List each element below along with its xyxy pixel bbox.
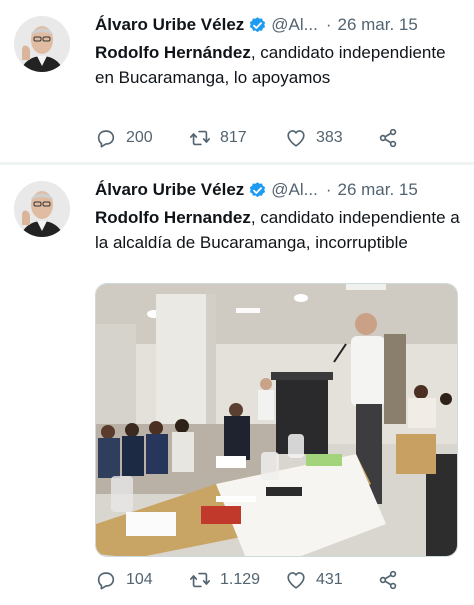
tweet[interactable]: Álvaro Uribe Vélez @Al... · 26 mar. 15 R… <box>0 165 474 605</box>
mention-name: Rodolfo Hernandez <box>95 208 251 227</box>
retweet-icon <box>190 130 210 146</box>
retweet-count: 817 <box>220 129 247 146</box>
share-button[interactable] <box>377 569 399 591</box>
heart-icon <box>287 572 305 589</box>
tweet-actions: 200 817 383 <box>95 124 454 152</box>
reply-count: 200 <box>126 129 153 146</box>
tweet-actions: 104 1.129 431 <box>95 566 454 594</box>
author-name[interactable]: Álvaro Uribe Vélez <box>95 15 244 35</box>
retweet-icon <box>190 572 210 588</box>
retweet-button[interactable]: 817 <box>189 127 285 149</box>
tweet-photo[interactable] <box>95 283 458 557</box>
share-button[interactable] <box>377 127 399 149</box>
separator: · <box>325 180 332 199</box>
reply-icon <box>97 572 115 590</box>
like-button[interactable]: 383 <box>285 127 377 149</box>
tweet-header: Álvaro Uribe Vélez @Al... · 26 mar. 15 <box>95 12 466 38</box>
avatar[interactable] <box>14 181 70 237</box>
reply-icon <box>97 130 115 148</box>
author-handle[interactable]: @Al... <box>271 15 318 35</box>
retweet-button[interactable]: 1.129 <box>189 569 285 591</box>
author-name[interactable]: Álvaro Uribe Vélez <box>95 180 244 200</box>
avatar[interactable] <box>14 16 70 72</box>
share-icon <box>379 128 397 148</box>
verified-badge-icon <box>250 16 266 32</box>
tweet-date[interactable]: 26 mar. 15 <box>338 180 418 200</box>
tweet-date[interactable]: 26 mar. 15 <box>338 15 418 35</box>
retweet-count: 1.129 <box>220 571 261 588</box>
separator: · <box>325 15 332 34</box>
like-count: 431 <box>316 571 343 588</box>
heart-icon <box>287 130 305 147</box>
tweet-text: Rodolfo Hernandez, candidato independien… <box>95 205 465 255</box>
like-count: 383 <box>316 129 343 146</box>
author-handle[interactable]: @Al... <box>271 180 318 200</box>
like-button[interactable]: 431 <box>285 569 377 591</box>
mention-name: Rodolfo Hernández <box>95 43 251 62</box>
reply-button[interactable]: 200 <box>95 127 189 149</box>
reply-button[interactable]: 104 <box>95 569 189 591</box>
share-icon <box>379 570 397 590</box>
verified-badge-icon <box>250 181 266 197</box>
tweet-header: Álvaro Uribe Vélez @Al... · 26 mar. 15 <box>95 177 466 203</box>
event-photo <box>96 284 457 556</box>
tweet[interactable]: Álvaro Uribe Vélez @Al... · 26 mar. 15 R… <box>0 0 474 162</box>
tweet-text: Rodolfo Hernández, candidato independien… <box>95 40 465 90</box>
reply-count: 104 <box>126 571 153 588</box>
